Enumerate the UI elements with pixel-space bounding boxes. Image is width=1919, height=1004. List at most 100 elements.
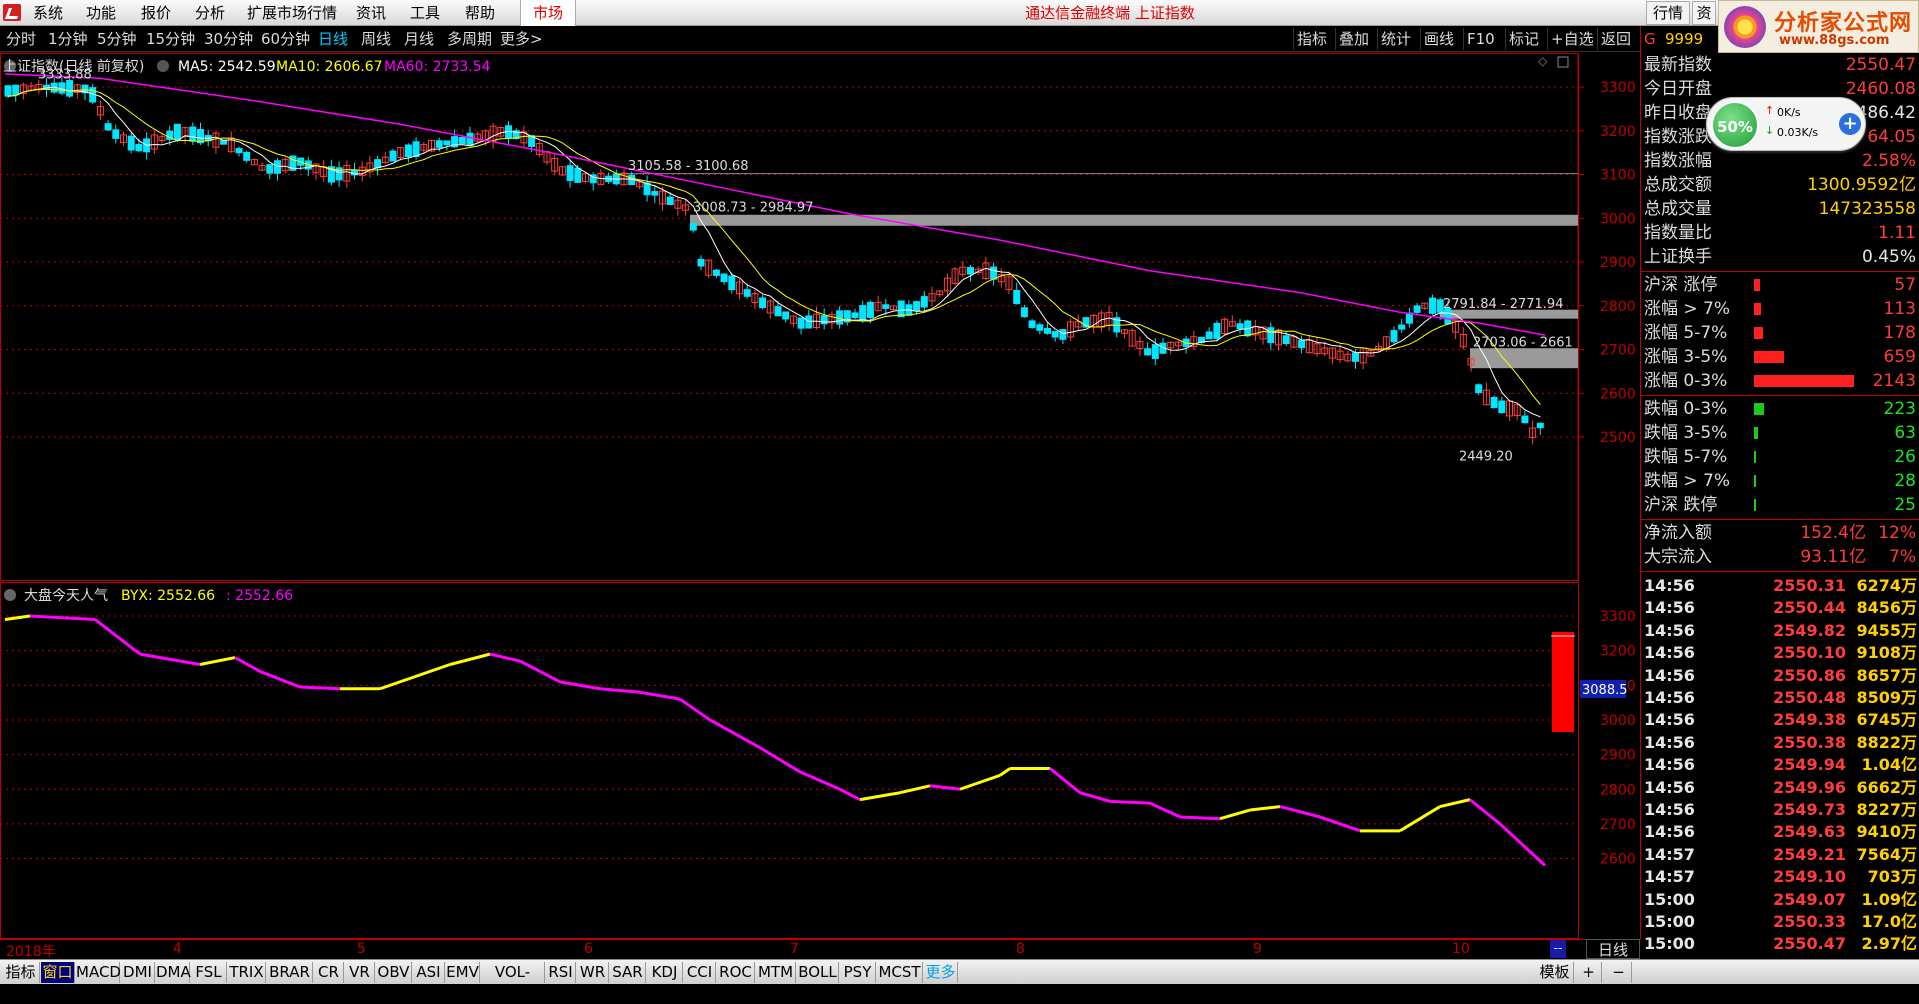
summary-value: 1.11 xyxy=(1878,223,1916,243)
tick-price: 2549.94 xyxy=(1773,755,1846,775)
month-label: 2018年 xyxy=(6,944,56,960)
tab-21[interactable]: BOLL xyxy=(797,962,839,983)
period-1min[interactable]: 1分钟 xyxy=(48,29,88,49)
tab-20[interactable]: MTM xyxy=(756,962,796,983)
tab-5[interactable]: FSL xyxy=(191,962,227,983)
tab-17[interactable]: KDJ xyxy=(647,962,683,983)
tick-volume: 8227万 xyxy=(1856,800,1917,819)
settings-diamond-icon[interactable]: ◇ xyxy=(1538,54,1548,68)
network-speed-widget[interactable]: 50% ↑ 0K/s ↓ 0.03K/s + xyxy=(1706,97,1866,151)
tab-15[interactable]: WR xyxy=(577,962,609,983)
tab-12[interactable]: EMV xyxy=(446,962,480,983)
dropdown-circle-icon[interactable] xyxy=(157,60,169,72)
menu-item-help[interactable]: 帮助 xyxy=(465,3,495,23)
tab-14[interactable]: RSI xyxy=(546,962,576,983)
add-button[interactable]: + xyxy=(1576,962,1602,983)
market-tab[interactable]: 市场 xyxy=(520,0,576,26)
tab-0[interactable]: 指标 xyxy=(2,962,40,983)
add-watchlist-button[interactable]: +自选 xyxy=(1547,28,1597,50)
quote-button[interactable]: 行情 xyxy=(1646,1,1690,25)
tab-8[interactable]: CR xyxy=(314,962,344,983)
tab-24[interactable]: 更多 xyxy=(924,962,958,983)
current-value: 3088.5 xyxy=(1582,683,1628,698)
template-button[interactable]: 模板 xyxy=(1536,962,1574,983)
tab-16[interactable]: SAR xyxy=(610,962,646,983)
menu-item-tools[interactable]: 工具 xyxy=(410,3,440,23)
tab-7[interactable]: BRAR xyxy=(267,962,313,983)
month-label: 10 xyxy=(1452,941,1470,957)
summary-label: 今日开盘 xyxy=(1644,79,1712,99)
tick-time: 14:56 xyxy=(1644,822,1695,842)
candlestick-chart[interactable]: 3300 3200 3100 3000 2900 2800 2700 2600 2500 333… xyxy=(0,53,1640,581)
candle-body xyxy=(1521,415,1529,424)
app-logo-icon[interactable] xyxy=(3,4,21,21)
tab-4[interactable]: DMA xyxy=(156,962,191,983)
tab-13[interactable]: VOL-TDX xyxy=(481,962,545,1002)
down-arrow-icon: ↓ xyxy=(1765,124,1775,137)
tab-2[interactable]: MACD xyxy=(76,962,121,983)
tick-row: 14:56 2549.96 6662万 xyxy=(1641,777,1919,799)
period-intraday[interactable]: 分时 xyxy=(6,29,36,49)
tick-time: 14:56 xyxy=(1644,643,1695,663)
day-line-button[interactable]: 日线 xyxy=(1586,939,1640,959)
menu-item-extended-market[interactable]: 扩展市场行情 xyxy=(247,3,337,23)
tab-3[interactable]: DMI xyxy=(121,962,155,983)
period-multi[interactable]: 多周期 xyxy=(447,29,492,49)
tab-10[interactable]: OBV xyxy=(376,962,412,983)
popularity-segment xyxy=(299,685,341,691)
candle-body xyxy=(1151,344,1159,359)
draw-line-button[interactable]: 画线 xyxy=(1420,28,1457,50)
period-daily[interactable]: 日线 xyxy=(318,29,348,49)
scroll-dash-button[interactable]: -- xyxy=(1550,940,1566,958)
popularity-segment xyxy=(1279,805,1321,819)
candle-body xyxy=(712,269,720,276)
menu-item-news[interactable]: 资讯 xyxy=(356,3,386,23)
plus-icon[interactable]: + xyxy=(1839,113,1861,135)
menu-item-system[interactable]: 系统 xyxy=(33,3,63,23)
period-5min[interactable]: 5分钟 xyxy=(97,29,137,49)
period-30min[interactable]: 30分钟 xyxy=(204,29,253,49)
popularity-segment xyxy=(139,652,201,666)
period-15min[interactable]: 15分钟 xyxy=(146,29,195,49)
period-more[interactable]: 更多> xyxy=(500,29,543,49)
indicator-collapse-icon[interactable] xyxy=(4,589,16,601)
tick-price: 2549.10 xyxy=(1773,867,1846,887)
candle-body xyxy=(697,258,705,267)
indicator-chart[interactable]: 33003200310030002900280027002600 大盘今天人气 … xyxy=(0,582,1640,939)
period-60min[interactable]: 60分钟 xyxy=(261,29,310,49)
code-input-box[interactable]: G 9999 xyxy=(1640,26,1718,53)
candle-body xyxy=(404,144,412,158)
indicator-button[interactable]: 指标 xyxy=(1293,28,1330,50)
tick-time: 14:56 xyxy=(1644,777,1695,797)
tab-22[interactable]: PSY xyxy=(840,962,876,983)
overlay-button[interactable]: 叠加 xyxy=(1335,28,1372,50)
menu-item-function[interactable]: 功能 xyxy=(86,3,116,23)
back-button[interactable]: 返回 xyxy=(1597,28,1634,50)
menu-item-quote[interactable]: 报价 xyxy=(141,3,171,23)
breadth-bar xyxy=(1754,303,1761,315)
maximize-icon[interactable] xyxy=(1557,56,1569,68)
tab-19[interactable]: ROC xyxy=(717,962,755,983)
info-button[interactable]: 资 xyxy=(1692,1,1716,25)
period-monthly[interactable]: 月线 xyxy=(404,29,434,49)
tab-9[interactable]: VR xyxy=(345,962,375,983)
y-label: 3000 xyxy=(1600,713,1636,729)
tab-23[interactable]: MCST xyxy=(877,962,923,983)
mark-button[interactable]: 标记 xyxy=(1505,28,1542,50)
candle-body xyxy=(1490,396,1498,409)
f10-button[interactable]: F10 xyxy=(1463,28,1498,50)
flow-value: 93.11亿 xyxy=(1800,547,1866,567)
summary-label: 指数涨幅 xyxy=(1644,151,1712,171)
tab-6[interactable]: TRIX xyxy=(228,962,266,983)
candle-body xyxy=(1429,297,1436,314)
tab-11[interactable]: ASI xyxy=(413,962,445,983)
tab-1[interactable]: 窗口 xyxy=(41,962,75,983)
tick-price: 2550.38 xyxy=(1773,732,1846,752)
menu-item-analysis[interactable]: 分析 xyxy=(195,3,225,23)
period-weekly[interactable]: 周线 xyxy=(361,29,391,49)
breadth-label: 涨幅 5-7% xyxy=(1644,323,1728,343)
remove-button[interactable]: − xyxy=(1606,962,1632,983)
tab-18[interactable]: CCI xyxy=(684,962,716,983)
statistics-button[interactable]: 统计 xyxy=(1377,28,1414,50)
popularity-segment xyxy=(29,614,96,621)
